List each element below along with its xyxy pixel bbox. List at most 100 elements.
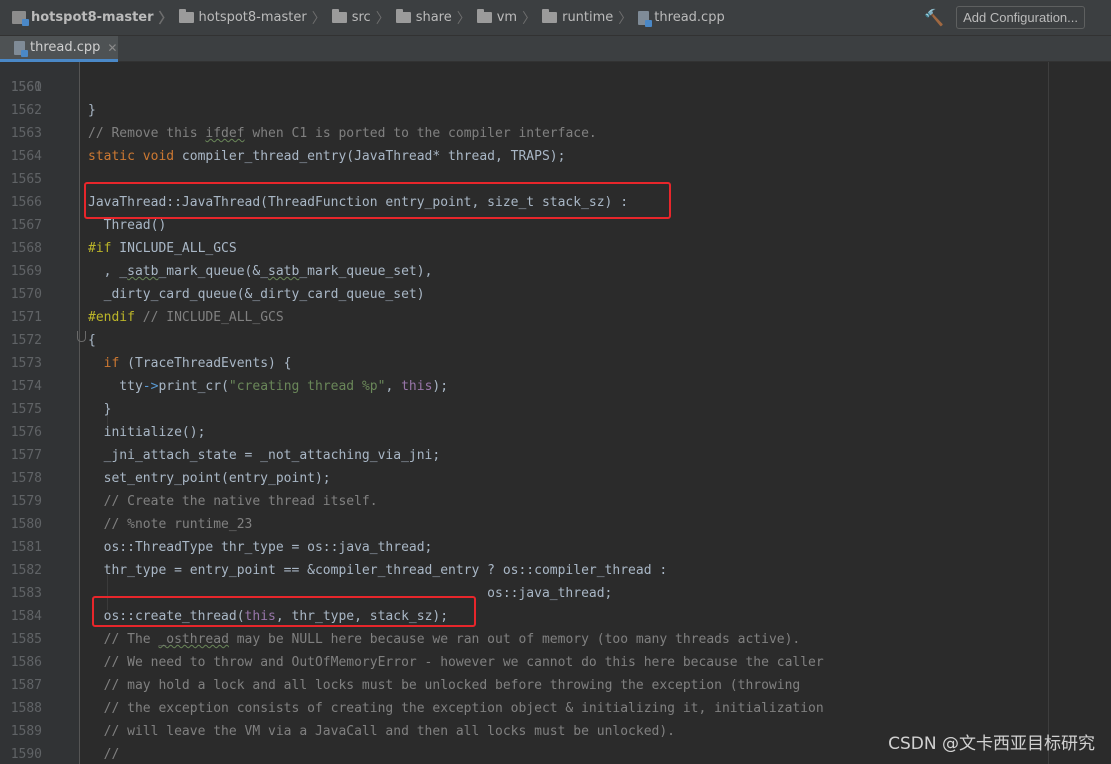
highlight-box-create-thread [92, 596, 476, 627]
line-text: // [103, 747, 120, 762]
breadcrumb: hotspot8-master 〉 hotspot8-master 〉 src 〉 shar… [0, 8, 924, 28]
line-number: 1582 [10, 563, 42, 578]
line-text: set_entry_point(entry_point); [88, 471, 331, 486]
line-number: 1565 [10, 172, 42, 187]
breadcrumb-item[interactable]: runtime 〉 [542, 8, 638, 28]
line-text: // may hold a lock and all locks must be… [103, 678, 801, 693]
line-number: 1581 [10, 540, 42, 555]
line-text: _dirty_card_queue(&_dirty_card_queue_set… [88, 287, 425, 302]
line-number: 1576 [10, 425, 42, 440]
breadcrumb-label: hotspot8-master [31, 10, 154, 25]
code-line: 1585 // The _osthread may be NULL here b… [0, 628, 1111, 651]
line-number: 1564 [10, 149, 42, 164]
line-text: _jni_attach_state = _not_attaching_via_j… [88, 448, 441, 463]
line-text: , _satb_mark_queue(&_satb_mark_queue_set… [88, 264, 433, 279]
build-hammer-icon[interactable]: 🔨 [924, 8, 944, 27]
code-line: 1582 thr_type = entry_point == &compiler… [0, 559, 1111, 582]
breadcrumb-separator: 〉 [311, 10, 326, 27]
code-line: 1570 _dirty_card_queue(&_dirty_card_queu… [0, 283, 1111, 306]
line-number: 1589 [10, 724, 42, 739]
code-line: 1578 set_entry_point(entry_point); [0, 467, 1111, 490]
code-line: 1579 // Create the native thread itself. [0, 490, 1111, 513]
line-text: // We need to throw and OutOfMemoryError… [103, 655, 824, 670]
module-icon [12, 11, 29, 26]
breadcrumb-item[interactable]: hotspot8-master 〉 [178, 8, 332, 28]
line-number: 1579 [10, 494, 42, 509]
watermark: CSDN @文卡西亚目标研究 [888, 734, 1095, 754]
line-text: { [88, 333, 96, 348]
line-number: 1585 [10, 632, 42, 647]
line-number: 1575 [10, 402, 42, 417]
line-number: 1580 [10, 517, 42, 532]
line-number: 1590 [10, 747, 42, 762]
line-number: 1588 [10, 701, 42, 716]
line-number: 1586 [10, 655, 42, 670]
code-line: 1562 [0, 99, 1111, 122]
code-line: 1572 { [0, 329, 1111, 352]
line-text: #endif // INCLUDE_ALL_GCS [88, 310, 284, 325]
breadcrumb-item[interactable]: vm 〉 [476, 8, 542, 28]
code-line: 1580 // %note runtime_23 [0, 513, 1111, 536]
folder-icon [542, 9, 558, 23]
code-line: 1561 [0, 76, 1111, 99]
line-number: 1562 [10, 103, 42, 118]
code-line: 1575 } [0, 398, 1111, 421]
code-line: 1586 // We need to throw and OutOfMemory… [0, 651, 1111, 674]
line-text: // Create the native thread itself. [103, 494, 378, 509]
line-text: // The _osthread may be NULL here becaus… [103, 632, 801, 647]
navigation-bar: hotspot8-master 〉 hotspot8-master 〉 src 〉 shar… [0, 0, 1111, 36]
tab-thread-cpp[interactable]: thread.cpp ✕ [0, 36, 118, 62]
breadcrumb-item[interactable]: hotspot8-master 〉 [12, 8, 179, 28]
code-line: 1563 // Remove this ifdef when C1 is port… [0, 122, 1111, 145]
line-text: // the exception consists of creating th… [103, 701, 824, 716]
breadcrumb-separator: 〉 [618, 10, 633, 27]
line-text: thr_type = entry_point == &compiler_thre… [88, 563, 668, 578]
breadcrumb-item[interactable]: src 〉 [331, 8, 396, 28]
code-line: 1564 static void compiler_thread_entry(Ja… [0, 145, 1111, 168]
breadcrumb-separator: 〉 [375, 10, 390, 27]
line-text: // will leave the VM via a JavaCall and … [103, 724, 676, 739]
code-line: 1577 _jni_attach_state = _not_attaching_… [0, 444, 1111, 467]
line-number: 1572 [10, 333, 42, 348]
line-number: 1563 [10, 126, 42, 141]
line-number: 1583 [10, 586, 42, 601]
code-line: 1587 // may hold a lock and all locks mu… [0, 674, 1111, 697]
code-editor[interactable]: 1560 } 1561 1562 1563 // Remove this ifdef … [0, 62, 1111, 764]
add-configuration-button[interactable]: Add Configuration... [956, 6, 1085, 29]
line-text: #if INCLUDE_ALL_GCS [88, 241, 237, 256]
cpp-file-icon [638, 10, 653, 27]
breadcrumb-item[interactable]: share 〉 [395, 8, 477, 28]
cpp-file-icon [14, 40, 28, 57]
line-number: 1578 [10, 471, 42, 486]
line-number: 1568 [10, 241, 42, 256]
folder-icon [331, 9, 347, 23]
close-tab-icon[interactable]: ✕ [107, 41, 117, 55]
folder-icon [178, 9, 194, 23]
line-number: 1567 [10, 218, 42, 233]
line-number: 1573 [10, 356, 42, 371]
editor-tab-bar: thread.cpp ✕ [0, 36, 1111, 62]
breadcrumb-item[interactable]: thread.cpp [638, 10, 725, 27]
code-line: 1576 initialize(); [0, 421, 1111, 444]
code-line: 1568 #if INCLUDE_ALL_GCS [0, 237, 1111, 260]
line-number: 1571 [10, 310, 42, 325]
breadcrumb-separator: 〉 [158, 10, 173, 27]
line-text: if (TraceThreadEvents) { [103, 356, 292, 371]
code-line: 1573 if (TraceThreadEvents) { [0, 352, 1111, 375]
code-lines: 1560 } 1561 1562 1563 // Remove this ifdef … [0, 62, 1111, 764]
breadcrumb-label: hotspot8-master [198, 10, 307, 25]
code-line: 1588 // the exception consists of creati… [0, 697, 1111, 720]
code-line: 1569 , _satb_mark_queue(&_satb_mark_queu… [0, 260, 1111, 283]
fold-marker-icon[interactable] [77, 331, 86, 342]
breadcrumb-label: thread.cpp [654, 10, 725, 25]
code-line: 1581 os::ThreadType thr_type = os::java_… [0, 536, 1111, 559]
breadcrumb-label: share [415, 10, 452, 25]
code-line: 1571 #endif // INCLUDE_ALL_GCS [0, 306, 1111, 329]
code-line: 1574 tty->print_cr("creating thread %p",… [0, 375, 1111, 398]
line-number: 1574 [10, 379, 42, 394]
breadcrumb-label: src [351, 10, 371, 25]
folder-icon [476, 9, 492, 23]
breadcrumb-separator: 〉 [456, 10, 471, 27]
breadcrumb-separator: 〉 [522, 10, 537, 27]
line-number: 1587 [10, 678, 42, 693]
